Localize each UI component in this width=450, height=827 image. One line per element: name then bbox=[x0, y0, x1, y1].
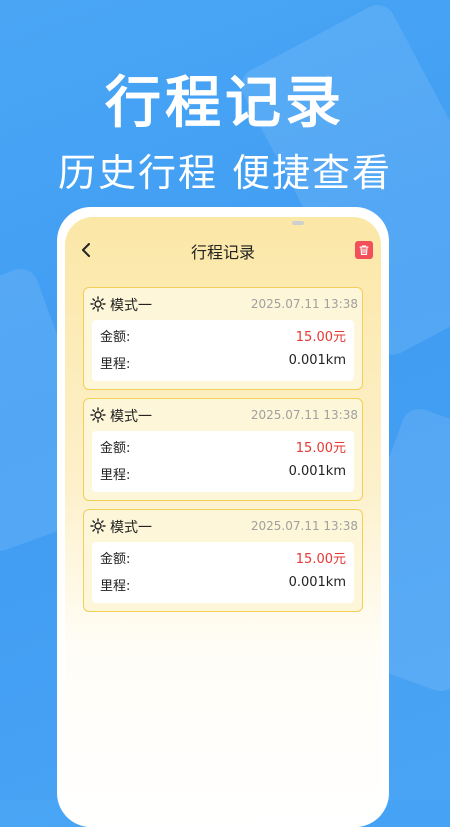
app-screen: 行程记录 模式一 2025.07.11 13:38 金额: 15.00元 里程:… bbox=[65, 217, 381, 827]
amount-label: 金额: bbox=[100, 330, 131, 345]
mileage-label: 里程: bbox=[100, 468, 131, 483]
mode-label: 模式一 bbox=[110, 298, 152, 314]
record-detail: 金额: 15.00元 里程: 0.001km bbox=[92, 320, 354, 381]
amount-value: 15.00元 bbox=[295, 552, 346, 567]
amount-value: 15.00元 bbox=[295, 330, 346, 345]
nav-bar: 行程记录 bbox=[65, 237, 381, 265]
amount-label: 金额: bbox=[100, 441, 131, 456]
mileage-value: 0.001km bbox=[288, 353, 346, 368]
mileage-value: 0.001km bbox=[288, 575, 346, 590]
record-header: 模式一 2025.07.11 13:38 bbox=[90, 405, 358, 425]
amount-row: 金额: 15.00元 bbox=[100, 437, 346, 457]
record-detail: 金额: 15.00元 里程: 0.001km bbox=[92, 542, 354, 603]
hero-subtitle: 历史行程 便捷查看 bbox=[57, 151, 393, 195]
record-time: 2025.07.11 13:38 bbox=[250, 519, 358, 533]
record-list: 模式一 2025.07.11 13:38 金额: 15.00元 里程: 0.00… bbox=[83, 287, 363, 620]
delete-button[interactable] bbox=[355, 241, 373, 259]
record-time: 2025.07.11 13:38 bbox=[250, 297, 358, 311]
record-card[interactable]: 模式一 2025.07.11 13:38 金额: 15.00元 里程: 0.00… bbox=[83, 398, 363, 501]
page-title: 行程记录 bbox=[190, 243, 255, 262]
amount-row: 金额: 15.00元 bbox=[100, 326, 346, 346]
mileage-row: 里程: 0.001km bbox=[100, 464, 346, 484]
record-header: 模式一 2025.07.11 13:38 bbox=[90, 516, 358, 536]
mileage-row: 里程: 0.001km bbox=[100, 353, 346, 373]
amount-value: 15.00元 bbox=[295, 441, 346, 456]
mode-label: 模式一 bbox=[110, 409, 152, 425]
trash-icon bbox=[359, 245, 369, 256]
record-header: 模式一 2025.07.11 13:38 bbox=[90, 294, 358, 314]
mileage-row: 里程: 0.001km bbox=[100, 575, 346, 595]
record-card[interactable]: 模式一 2025.07.11 13:38 金额: 15.00元 里程: 0.00… bbox=[83, 287, 363, 390]
mileage-label: 里程: bbox=[100, 357, 131, 372]
sun-icon bbox=[90, 407, 106, 423]
mileage-value: 0.001km bbox=[288, 464, 346, 479]
camera-notch bbox=[292, 221, 304, 225]
amount-label: 金额: bbox=[100, 552, 131, 567]
sun-icon bbox=[90, 296, 106, 312]
record-card[interactable]: 模式一 2025.07.11 13:38 金额: 15.00元 里程: 0.00… bbox=[83, 509, 363, 612]
hero-title: 行程记录 bbox=[105, 71, 345, 136]
mileage-label: 里程: bbox=[100, 579, 131, 594]
sun-icon bbox=[90, 518, 106, 534]
amount-row: 金额: 15.00元 bbox=[100, 548, 346, 568]
record-detail: 金额: 15.00元 里程: 0.001km bbox=[92, 431, 354, 492]
record-time: 2025.07.11 13:38 bbox=[250, 408, 358, 422]
mode-label: 模式一 bbox=[110, 520, 152, 536]
phone-frame: 行程记录 模式一 2025.07.11 13:38 金额: 15.00元 里程:… bbox=[57, 207, 389, 827]
